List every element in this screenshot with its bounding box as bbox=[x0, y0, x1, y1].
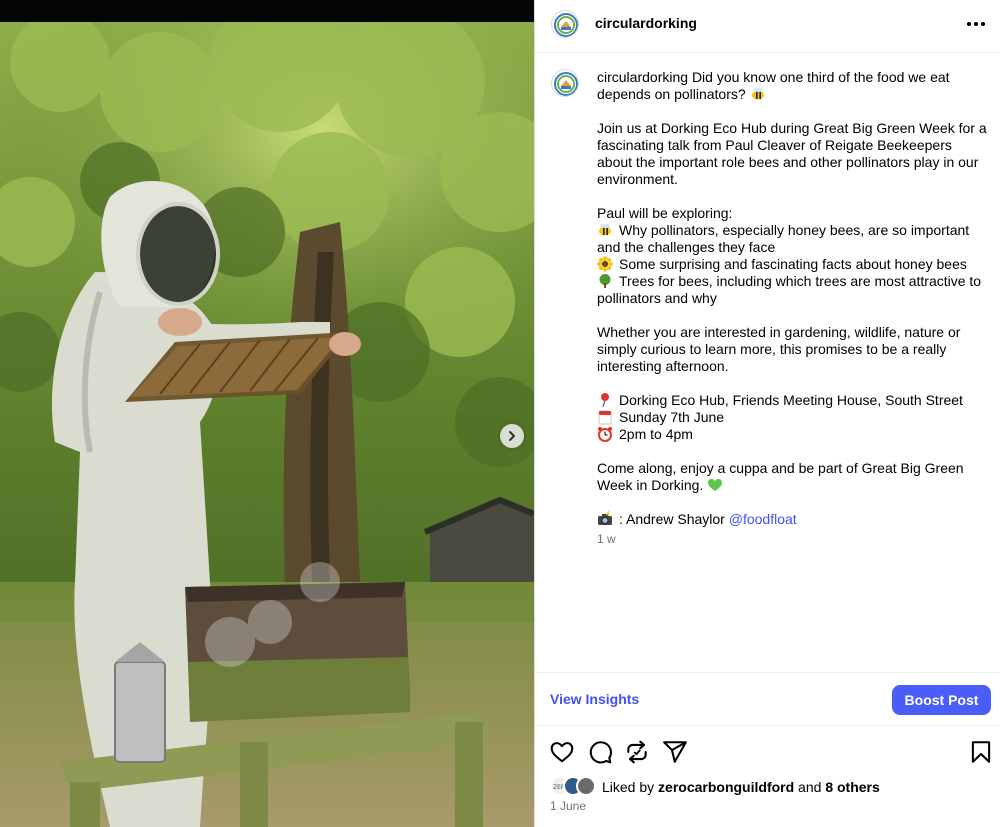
caption-line bbox=[597, 375, 989, 392]
comment-button[interactable] bbox=[587, 739, 613, 765]
caption-text: and the challenges they face bbox=[597, 239, 776, 255]
more-options-icon bbox=[967, 22, 985, 26]
caption-line: Come along, enjoy a cuppa and be part of… bbox=[597, 460, 989, 477]
alarm-clock-emoji-icon bbox=[597, 426, 613, 442]
mention-link[interactable]: @foodfloat bbox=[729, 511, 797, 527]
caption-line: depends on pollinators? bbox=[597, 86, 989, 103]
like-button[interactable] bbox=[549, 739, 575, 765]
author-avatar[interactable] bbox=[551, 10, 579, 38]
liker-avatar bbox=[576, 776, 596, 796]
time-ago[interactable]: 1 w bbox=[597, 532, 616, 546]
caption-line: Dorking Eco Hub, Friends Meeting House, … bbox=[597, 392, 989, 409]
caption-text: interesting afternoon. bbox=[597, 358, 729, 374]
caption-text: pollinators and why bbox=[597, 290, 717, 306]
caption-text: fascinating talk from Paul Cleaver of Re… bbox=[597, 137, 952, 153]
send-button[interactable] bbox=[662, 739, 688, 765]
insights-bar: View Insights Boost Post bbox=[535, 672, 1000, 726]
beekeeper-photo bbox=[0, 22, 534, 827]
caption-username[interactable]: circulardorking bbox=[597, 69, 692, 85]
caption-line: simply curious to learn more, this promi… bbox=[597, 341, 989, 358]
caption-line: Sunday 7th June bbox=[597, 409, 989, 426]
caption-text: Join us at Dorking Eco Hub during Great … bbox=[597, 120, 987, 136]
caption-line: and the challenges they face bbox=[597, 239, 989, 256]
green-heart-emoji-icon bbox=[707, 477, 723, 493]
author-username[interactable]: circulardorking bbox=[595, 15, 697, 31]
post-header: circulardorking bbox=[535, 0, 1000, 53]
caption-line: Week in Dorking. bbox=[597, 477, 989, 494]
caption-area: circulardorking Did you know one third o… bbox=[535, 54, 1000, 671]
caption-line: pollinators and why bbox=[597, 290, 989, 307]
caption-line bbox=[597, 103, 989, 120]
caption-line: 2pm to 4pm bbox=[597, 426, 989, 443]
liked-by-text[interactable]: Liked by zerocarbonguildford and 8 other… bbox=[602, 779, 880, 795]
caption-text: Come along, enjoy a cuppa and be part of… bbox=[597, 460, 964, 476]
caption-line: : Andrew Shaylor @foodfloat bbox=[597, 510, 989, 528]
brand-logo-icon bbox=[554, 72, 578, 96]
post-date[interactable]: 1 June bbox=[550, 799, 586, 813]
pin-emoji-icon bbox=[597, 392, 613, 408]
caption-avatar[interactable] bbox=[551, 69, 579, 97]
post-media[interactable] bbox=[0, 0, 534, 827]
post-sidebar: circulardorking circulardorking Did you … bbox=[535, 0, 1000, 827]
caption-line: Paul will be exploring: bbox=[597, 205, 989, 222]
caption-line: interesting afternoon. bbox=[597, 358, 989, 375]
likes-row: ZERO Liked by zerocarbonguildford and 8 … bbox=[550, 776, 990, 798]
caption-text: Why pollinators, especially honey bees, … bbox=[619, 222, 970, 238]
caption-text: depends on pollinators? bbox=[597, 86, 746, 102]
caption-text: 2pm to 4pm bbox=[619, 426, 693, 442]
save-button[interactable] bbox=[968, 739, 994, 765]
liked-by-and: and bbox=[794, 779, 826, 795]
caption-text: Trees for bees, including which trees ar… bbox=[619, 273, 982, 289]
caption-text: Some surprising and fascinating facts ab… bbox=[619, 256, 967, 272]
tree-emoji-icon bbox=[597, 273, 613, 289]
caption-text: Dorking Eco Hub, Friends Meeting House, … bbox=[619, 392, 963, 408]
share-icon bbox=[627, 740, 647, 764]
caption-line bbox=[597, 443, 989, 460]
share-button[interactable] bbox=[624, 739, 650, 765]
caption-text: Whether you are interested in gardening,… bbox=[597, 324, 961, 340]
sunflower-emoji-icon bbox=[597, 256, 613, 272]
caption-text: Paul will be exploring: bbox=[597, 205, 733, 221]
caption-line bbox=[597, 188, 989, 205]
media-top-bar bbox=[0, 0, 534, 22]
caption-line bbox=[597, 494, 989, 511]
caption-line: Some surprising and fascinating facts ab… bbox=[597, 256, 989, 273]
comment-icon bbox=[589, 741, 612, 764]
caption-text: Did you know one third of the food we ea… bbox=[691, 69, 950, 85]
next-photo-icon bbox=[509, 431, 515, 441]
caption-text: about the important role bees and other … bbox=[597, 154, 979, 170]
liked-by-user[interactable]: zerocarbonguildford bbox=[658, 779, 794, 795]
liked-by-others[interactable]: 8 others bbox=[825, 779, 879, 795]
send-icon bbox=[663, 741, 687, 763]
bookmark-icon bbox=[971, 741, 991, 763]
next-photo-button[interactable] bbox=[500, 424, 524, 448]
boost-post-button[interactable]: Boost Post bbox=[892, 685, 991, 715]
caption-line: about the important role bees and other … bbox=[597, 154, 989, 171]
action-bar bbox=[535, 727, 1000, 775]
heart-icon bbox=[550, 742, 574, 763]
caption-text: environment. bbox=[597, 171, 678, 187]
caption-line: circulardorking Did you know one third o… bbox=[597, 69, 989, 86]
caption-text: : Andrew Shaylor bbox=[619, 511, 729, 527]
caption-line: Trees for bees, including which trees ar… bbox=[597, 273, 989, 290]
caption-line: environment. bbox=[597, 171, 989, 188]
brand-logo-icon bbox=[554, 13, 578, 37]
view-insights-link[interactable]: View Insights bbox=[550, 691, 639, 707]
bee-emoji-icon bbox=[597, 222, 613, 238]
caption-text: Week in Dorking. bbox=[597, 477, 704, 493]
caption-line: Whether you are interested in gardening,… bbox=[597, 324, 989, 341]
more-options-button[interactable] bbox=[964, 12, 988, 36]
calendar-emoji-icon bbox=[597, 409, 613, 425]
caption-text: simply curious to learn more, this promi… bbox=[597, 341, 947, 357]
camera-flash-emoji-icon bbox=[597, 510, 613, 527]
caption-line: fascinating talk from Paul Cleaver of Re… bbox=[597, 137, 989, 154]
caption-line: Why pollinators, especially honey bees, … bbox=[597, 222, 989, 239]
caption-text: Sunday 7th June bbox=[619, 409, 725, 425]
caption-line: Join us at Dorking Eco Hub during Great … bbox=[597, 120, 989, 137]
post-caption: circulardorking Did you know one third o… bbox=[597, 69, 989, 528]
bee-emoji-icon bbox=[750, 86, 766, 102]
liked-by-prefix: Liked by bbox=[602, 779, 659, 795]
caption-line bbox=[597, 307, 989, 324]
liker-avatars[interactable]: ZERO bbox=[550, 776, 600, 796]
